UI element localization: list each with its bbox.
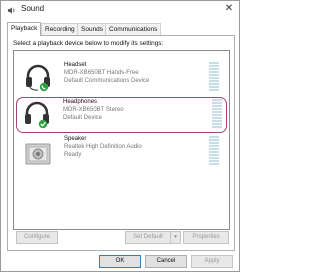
phone-badge-icon bbox=[39, 82, 49, 92]
volume-meter bbox=[209, 136, 219, 166]
properties-button[interactable]: Properties bbox=[183, 231, 229, 244]
device-description: MDR-XB650BT Hands-Free bbox=[64, 70, 139, 76]
set-default-button[interactable]: Set Default bbox=[125, 231, 171, 244]
close-button[interactable]: ✕ bbox=[223, 3, 235, 15]
device-status: Default Device bbox=[63, 115, 103, 121]
title-bar[interactable]: Sound ✕ bbox=[1, 1, 239, 19]
instruction-text: Select a playback device below to modify… bbox=[13, 40, 164, 47]
device-item-headset[interactable]: Headset MDR-XB650BT Hands-Free Default C… bbox=[18, 61, 223, 95]
speaker-title-icon bbox=[7, 7, 15, 14]
device-name: Headphones bbox=[63, 99, 98, 105]
checkmark-badge-icon bbox=[38, 119, 48, 129]
configure-button[interactable]: Configure bbox=[16, 231, 58, 244]
headset-icon bbox=[26, 64, 50, 92]
device-status: Default Communications Device bbox=[64, 78, 150, 84]
apply-button[interactable]: Apply bbox=[191, 255, 233, 268]
set-default-dropdown-icon[interactable]: ▼ bbox=[170, 231, 181, 244]
volume-meter bbox=[209, 62, 219, 92]
tab-recording[interactable]: Recording bbox=[41, 23, 79, 35]
device-description: MDR-XB650BT Stereo bbox=[63, 107, 124, 113]
cancel-button[interactable]: Cancel bbox=[145, 255, 187, 268]
window-title: Sound bbox=[21, 4, 45, 13]
headphones-icon bbox=[25, 101, 49, 129]
tab-sounds[interactable]: Sounds bbox=[77, 23, 108, 35]
device-item-speaker[interactable]: Speaker Realtek High Definition Audio Re… bbox=[18, 135, 223, 169]
device-name: Headset bbox=[64, 62, 87, 68]
device-item-headphones[interactable]: Headphones MDR-XB650BT Stereo Default De… bbox=[16, 97, 227, 133]
ok-button[interactable]: OK bbox=[99, 255, 141, 268]
device-list[interactable]: Headset MDR-XB650BT Hands-Free Default C… bbox=[13, 50, 230, 230]
volume-meter bbox=[212, 99, 222, 129]
tab-communications[interactable]: Communications bbox=[105, 23, 162, 35]
playback-panel: Select a playback device below to modify… bbox=[7, 35, 235, 251]
device-description: Realtek High Definition Audio bbox=[64, 144, 142, 150]
device-name: Speaker bbox=[64, 136, 87, 142]
sound-dialog: Sound ✕ Playback Recording Sounds Commun… bbox=[0, 0, 240, 272]
speaker-icon bbox=[25, 143, 51, 165]
tab-playback[interactable]: Playback bbox=[7, 22, 42, 36]
device-status: Ready bbox=[64, 152, 82, 158]
